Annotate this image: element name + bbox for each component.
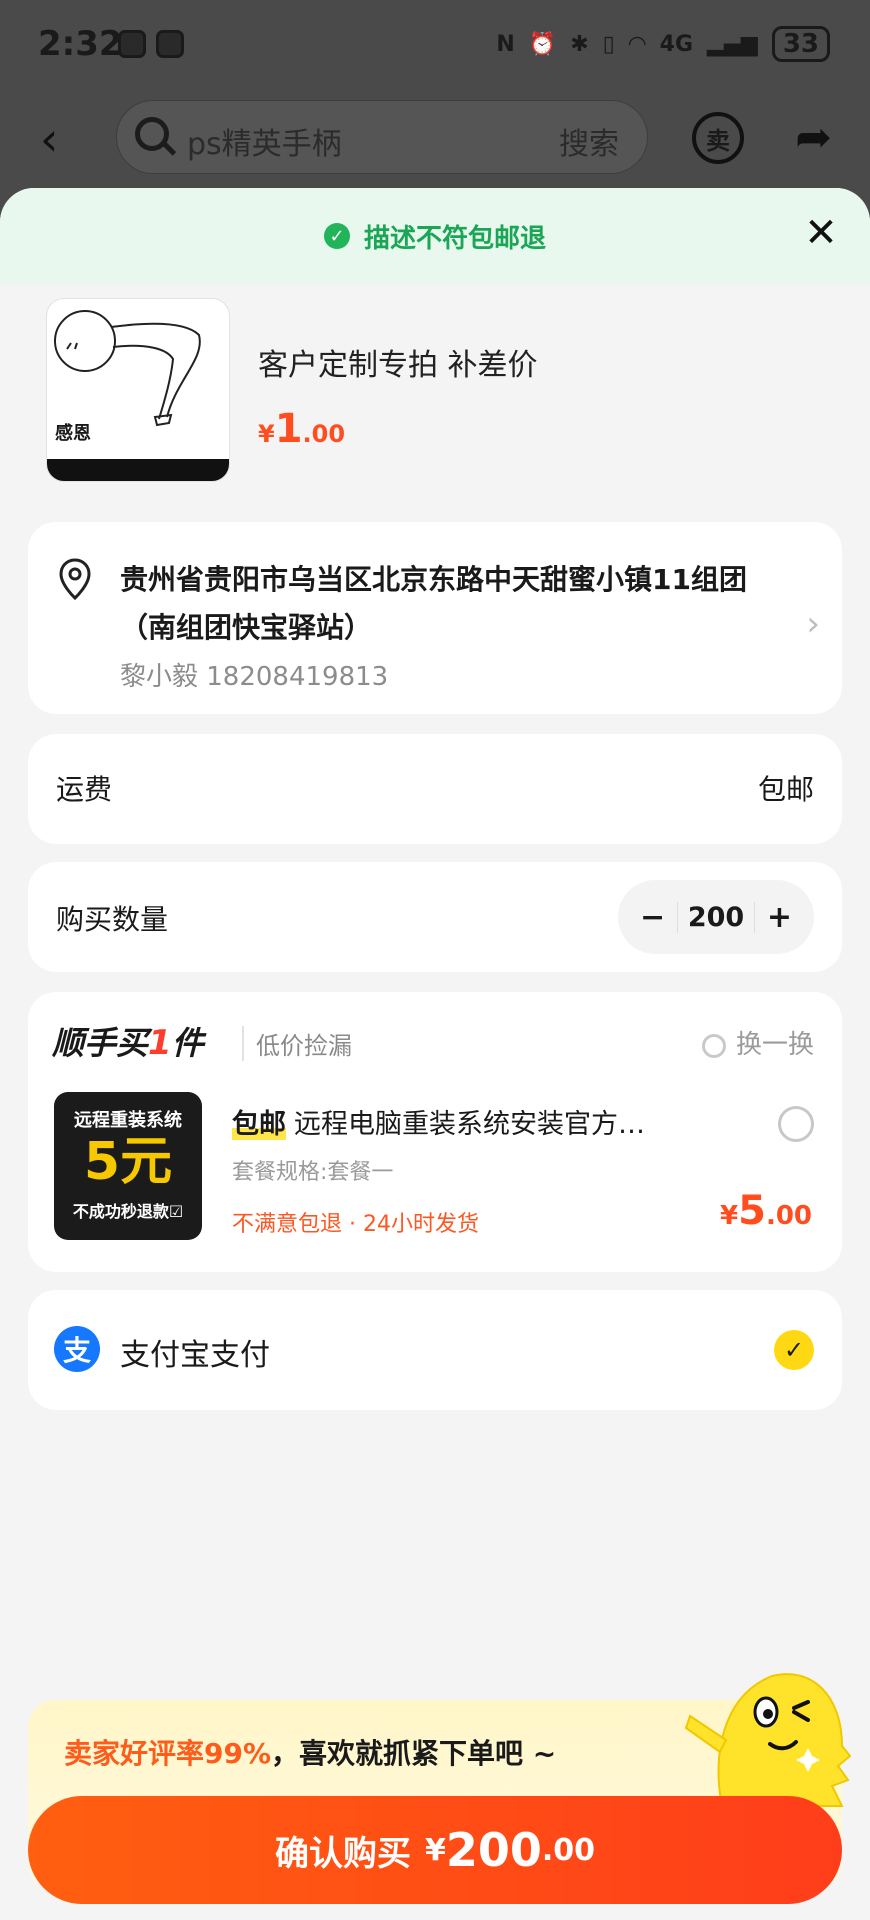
payment-method-card[interactable]: 支 支付宝支付 ✓ (28, 1290, 842, 1410)
price-integer: 1 (274, 406, 303, 452)
add-on-subtitle: 低价捡漏 (242, 1026, 352, 1061)
total-price-decimal: .00 (541, 1832, 596, 1868)
decrease-button[interactable]: − (640, 900, 665, 935)
total-price-symbol: ¥ (424, 1832, 446, 1868)
guarantee-text: 描述不符包邮退 (363, 223, 546, 254)
promo-message: ，喜欢就抓紧下单吧 ~ (271, 1737, 557, 1770)
chevron-right-icon: › (806, 604, 820, 644)
bluetooth-icon: ✱ (570, 31, 589, 57)
alipay-icon: 支 (54, 1326, 100, 1372)
add-on-price: ¥5.00 (720, 1188, 812, 1234)
add-on-image[interactable]: 远程重装系统 5元 不成功秒退款☑ (54, 1092, 202, 1240)
quantity-label: 购买数量 (56, 903, 169, 936)
product-title: 客户定制专拍 补差价 (258, 348, 538, 383)
close-icon[interactable]: ✕ (796, 208, 846, 258)
add-on-image-line1: 远程重装系统 (74, 1110, 182, 1131)
refresh-icon (701, 1033, 726, 1058)
checkout-sheet: ✓ 描述不符包邮退 ✕ 感恩 客户定制专拍 补差价 ¥1.00 贵州省贵阳市乌当… (0, 188, 870, 1920)
add-on-image-line2: 5元 (83, 1132, 173, 1192)
add-on-price-decimal: .00 (765, 1201, 812, 1231)
search-placeholder: ps精英手柄 (187, 127, 342, 162)
add-on-card: 顺手买1件 低价捡漏 换一换 远程重装系统 5元 不成功秒退款☑ 包邮 远程电脑重… (28, 992, 842, 1272)
add-on-heading: 顺手买1件 (52, 1018, 204, 1064)
status-time: 2:32 (38, 24, 123, 64)
quantity-card: 购买数量 − 200 + (28, 862, 842, 972)
add-on-select-radio[interactable] (778, 1106, 814, 1142)
product-price: ¥1.00 (258, 406, 345, 452)
shipping-value: 包邮 (757, 773, 814, 806)
top-bar: ‹ ps精英手柄 搜索 卖 ➦ (0, 90, 870, 186)
seller-rating-highlight: 卖家好评率99% (64, 1737, 272, 1770)
add-on-price-symbol: ¥ (720, 1201, 739, 1231)
shield-check-icon: ✓ (323, 223, 350, 249)
price-symbol: ¥ (258, 420, 275, 448)
shipping-card: 运费 包邮 (28, 734, 842, 844)
add-on-image-line3: 不成功秒退款☑ (72, 1202, 184, 1221)
status-bar: 2:32 N ⏰ ✱ ▯ ◠ 4G ▂▄▆ 33 (0, 0, 870, 90)
confirm-purchase-button[interactable]: 确认购买 ¥200.00 (28, 1796, 842, 1904)
vibrate-icon: ▯ (602, 31, 615, 57)
wifi-icon: ◠ (628, 31, 646, 57)
app-notification-icon (156, 30, 184, 58)
signal-icon: ▂▄▆ (707, 31, 758, 57)
search-icon (135, 117, 169, 151)
add-on-price-integer: 5 (738, 1188, 766, 1234)
free-shipping-tag: 包邮 (232, 1109, 286, 1140)
recipient-contact: 黎小毅 18208419813 (120, 662, 389, 692)
checkmark-icon[interactable]: ✓ (774, 1330, 814, 1370)
search-input[interactable]: ps精英手柄 搜索 (116, 100, 648, 174)
confirm-purchase-label: 确认购买 (274, 1833, 411, 1874)
mascot-icon (684, 1673, 852, 1807)
status-icons: N ⏰ ✱ ▯ ◠ 4G ▂▄▆ 33 (496, 26, 830, 62)
payment-method-label: 支付宝支付 (120, 1338, 270, 1373)
nfc-icon: N (496, 31, 515, 57)
quantity-stepper: − 200 + (618, 880, 814, 954)
sell-icon[interactable]: 卖 (692, 112, 744, 164)
product-image-caption: 感恩 (55, 423, 91, 444)
search-button[interactable]: 搜索 (559, 119, 619, 163)
add-on-spec: 套餐规格:套餐一 (232, 1160, 394, 1185)
address-card[interactable]: 贵州省贵阳市乌当区北京东路中天甜蜜小镇11组团（南组团快宝驿站） 黎小毅 182… (28, 522, 842, 714)
add-on-service-note: 不满意包退 · 24小时发货 (232, 1212, 479, 1237)
alarm-icon: ⏰ (528, 31, 557, 57)
calendar-notification-icon (118, 30, 146, 58)
share-icon[interactable]: ➦ (795, 112, 832, 163)
add-on-heading-number: 1 (148, 1023, 172, 1063)
price-decimal: .00 (302, 420, 346, 448)
add-on-title-text: 远程电脑重装系统安装官方… (294, 1109, 645, 1140)
add-on-heading-prefix: 顺手买 (52, 1024, 149, 1062)
battery-indicator: 33 (771, 26, 830, 62)
product-image: 感恩 (46, 298, 230, 482)
total-price-integer: 200 (445, 1823, 542, 1877)
address-line: 贵州省贵阳市乌当区北京东路中天甜蜜小镇11组团（南组团快宝驿站） (120, 563, 747, 644)
quantity-input[interactable]: 200 (676, 901, 756, 933)
shipping-label: 运费 (56, 773, 113, 806)
product-image-strip (47, 459, 229, 481)
guarantee-banner: ✓ 描述不符包邮退 ✕ (0, 188, 870, 284)
increase-button[interactable]: + (767, 900, 792, 935)
add-on-title[interactable]: 包邮 远程电脑重装系统安装官方… (232, 1102, 722, 1141)
promo-text: 卖家好评率99%，喜欢就抓紧下单吧 ~ (64, 1732, 556, 1772)
swap-button[interactable]: 换一换 (701, 1024, 814, 1061)
location-pin-icon (59, 558, 91, 600)
network-type-label: 4G (659, 31, 694, 57)
back-arrow-icon[interactable]: ‹ (40, 112, 58, 166)
swap-label: 换一换 (735, 1030, 814, 1060)
add-on-heading-suffix: 件 (171, 1024, 204, 1062)
